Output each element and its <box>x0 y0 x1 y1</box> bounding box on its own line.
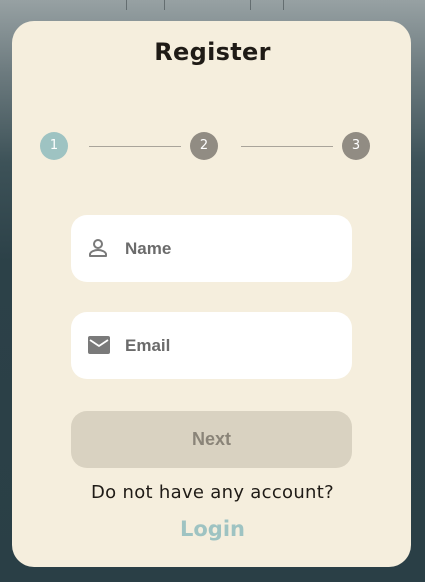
name-field[interactable] <box>71 215 352 282</box>
step-3-indicator: 3 <box>342 132 370 160</box>
background-divider <box>283 0 284 10</box>
email-input[interactable] <box>125 312 340 379</box>
background-divider <box>250 0 251 10</box>
no-account-text: Do not have any account? <box>91 482 334 503</box>
background-divider <box>126 0 127 10</box>
mail-icon <box>87 334 110 356</box>
email-field[interactable] <box>71 312 352 379</box>
person-icon <box>87 237 109 259</box>
background-divider <box>164 0 165 10</box>
background-app-strip <box>0 0 425 22</box>
login-link[interactable]: Login <box>0 517 425 541</box>
step-1-indicator: 1 <box>40 132 68 160</box>
step-2-indicator: 2 <box>190 132 218 160</box>
next-button[interactable]: Next <box>71 411 352 468</box>
page-title: Register <box>154 38 271 66</box>
name-input[interactable] <box>125 215 340 282</box>
